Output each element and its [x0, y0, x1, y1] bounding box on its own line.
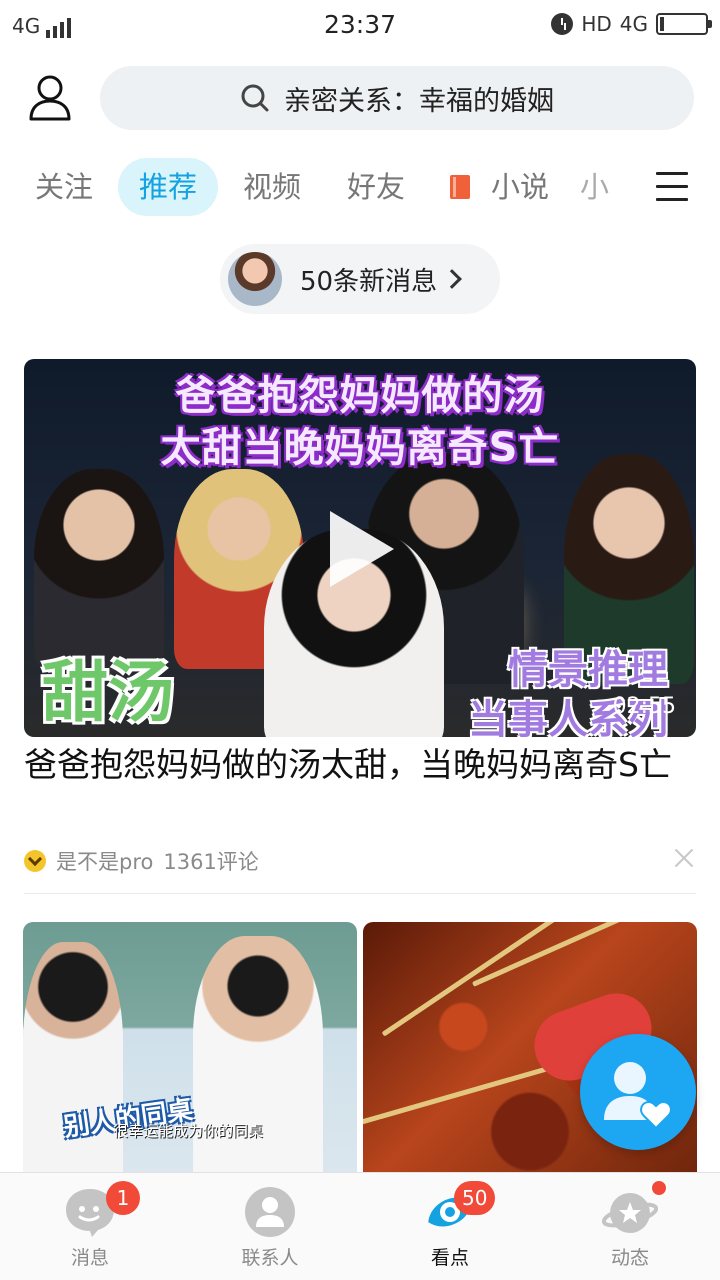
video-thumbnail[interactable]: 爸爸抱怨妈妈做的汤 太甜当晚妈妈离奇S亡 甜汤 情景推理 当事人系列 02:55: [24, 359, 696, 737]
verified-badge-icon: [24, 850, 46, 872]
feed-thumbnail[interactable]: 别人的同桌 很幸运能成为你的同桌: [23, 922, 357, 1184]
channel-tabs: 关注 推荐 视频 好友 小说 小: [0, 158, 720, 220]
messages-badge: 1: [106, 1181, 140, 1215]
scene-person: [193, 936, 323, 1184]
dismiss-close-icon[interactable]: [672, 846, 696, 870]
search-icon: [241, 84, 269, 112]
thumbnail-subtitle: 很幸运能成为你的同桌: [113, 1122, 264, 1140]
status-bar: 4G 23:37 HD 4G: [0, 0, 720, 52]
video-title[interactable]: 爸爸抱怨妈妈做的汤太甜，当晚妈妈离奇S亡: [24, 744, 700, 786]
video-overlay-line1: 爸爸抱怨妈妈做的汤: [175, 373, 545, 419]
user-outline-icon: [29, 75, 71, 121]
tabs-menu-icon[interactable]: [656, 172, 688, 202]
video-overlay-line2: 太甜当晚妈妈离奇S亡: [160, 425, 560, 471]
video-meta: 是不是pro 1361评论: [24, 846, 259, 876]
nav-kandian[interactable]: 50 看点: [360, 1173, 540, 1280]
divider: [24, 893, 696, 894]
hd-label: HD: [581, 12, 612, 36]
battery-icon: [656, 13, 712, 35]
tab-recommend[interactable]: 推荐: [118, 158, 218, 216]
author-name[interactable]: 是不是pro: [56, 846, 153, 876]
search-bar[interactable]: 亲密关系：幸福的婚姻: [100, 66, 694, 130]
nav-messages[interactable]: 1 消息: [0, 1173, 180, 1280]
scene-person: [23, 942, 123, 1184]
bottom-nav: 1 消息 联系人 50 看点 动态: [0, 1172, 720, 1280]
search-hint: 亲密关系：幸福的婚姻: [284, 85, 554, 117]
new-messages-text: 50条新消息: [300, 266, 438, 297]
network-right-label: 4G: [619, 12, 648, 36]
comment-count: 1361评论: [163, 850, 259, 874]
chevron-right-icon: [442, 269, 462, 289]
nav-contacts[interactable]: 联系人: [180, 1173, 360, 1280]
skewer-decoration: [381, 922, 567, 1037]
moments-dot: [650, 1179, 668, 1197]
new-messages-pill[interactable]: 50条新消息: [220, 244, 500, 314]
status-right: HD 4G: [551, 12, 712, 36]
novel-book-icon: [450, 175, 470, 199]
tab-friends[interactable]: 好友: [334, 158, 418, 216]
planet-star-icon: [602, 1193, 658, 1233]
video-duration: 02:55: [612, 694, 676, 719]
nav-moments[interactable]: 动态: [540, 1173, 720, 1280]
play-icon[interactable]: [330, 511, 394, 587]
tab-more-partial[interactable]: 小: [580, 158, 620, 216]
nav-kandian-label: 看点: [430, 1247, 469, 1269]
profile-button[interactable]: [28, 74, 72, 122]
tab-novel[interactable]: 小说: [478, 158, 562, 216]
tab-video[interactable]: 视频: [230, 158, 314, 216]
nav-moments-label: 动态: [610, 1247, 649, 1269]
floating-contact-button[interactable]: [580, 1034, 696, 1150]
contacts-icon: [245, 1187, 295, 1237]
sender-avatar: [228, 252, 282, 306]
nav-messages-label: 消息: [70, 1247, 109, 1269]
video-overlay-left: 甜汤: [42, 654, 174, 731]
kandian-badge: 50: [454, 1181, 496, 1215]
alarm-icon: [551, 13, 574, 35]
tab-follow[interactable]: 关注: [22, 158, 106, 216]
person-heart-icon: [604, 1062, 672, 1130]
nav-contacts-label: 联系人: [241, 1247, 299, 1269]
